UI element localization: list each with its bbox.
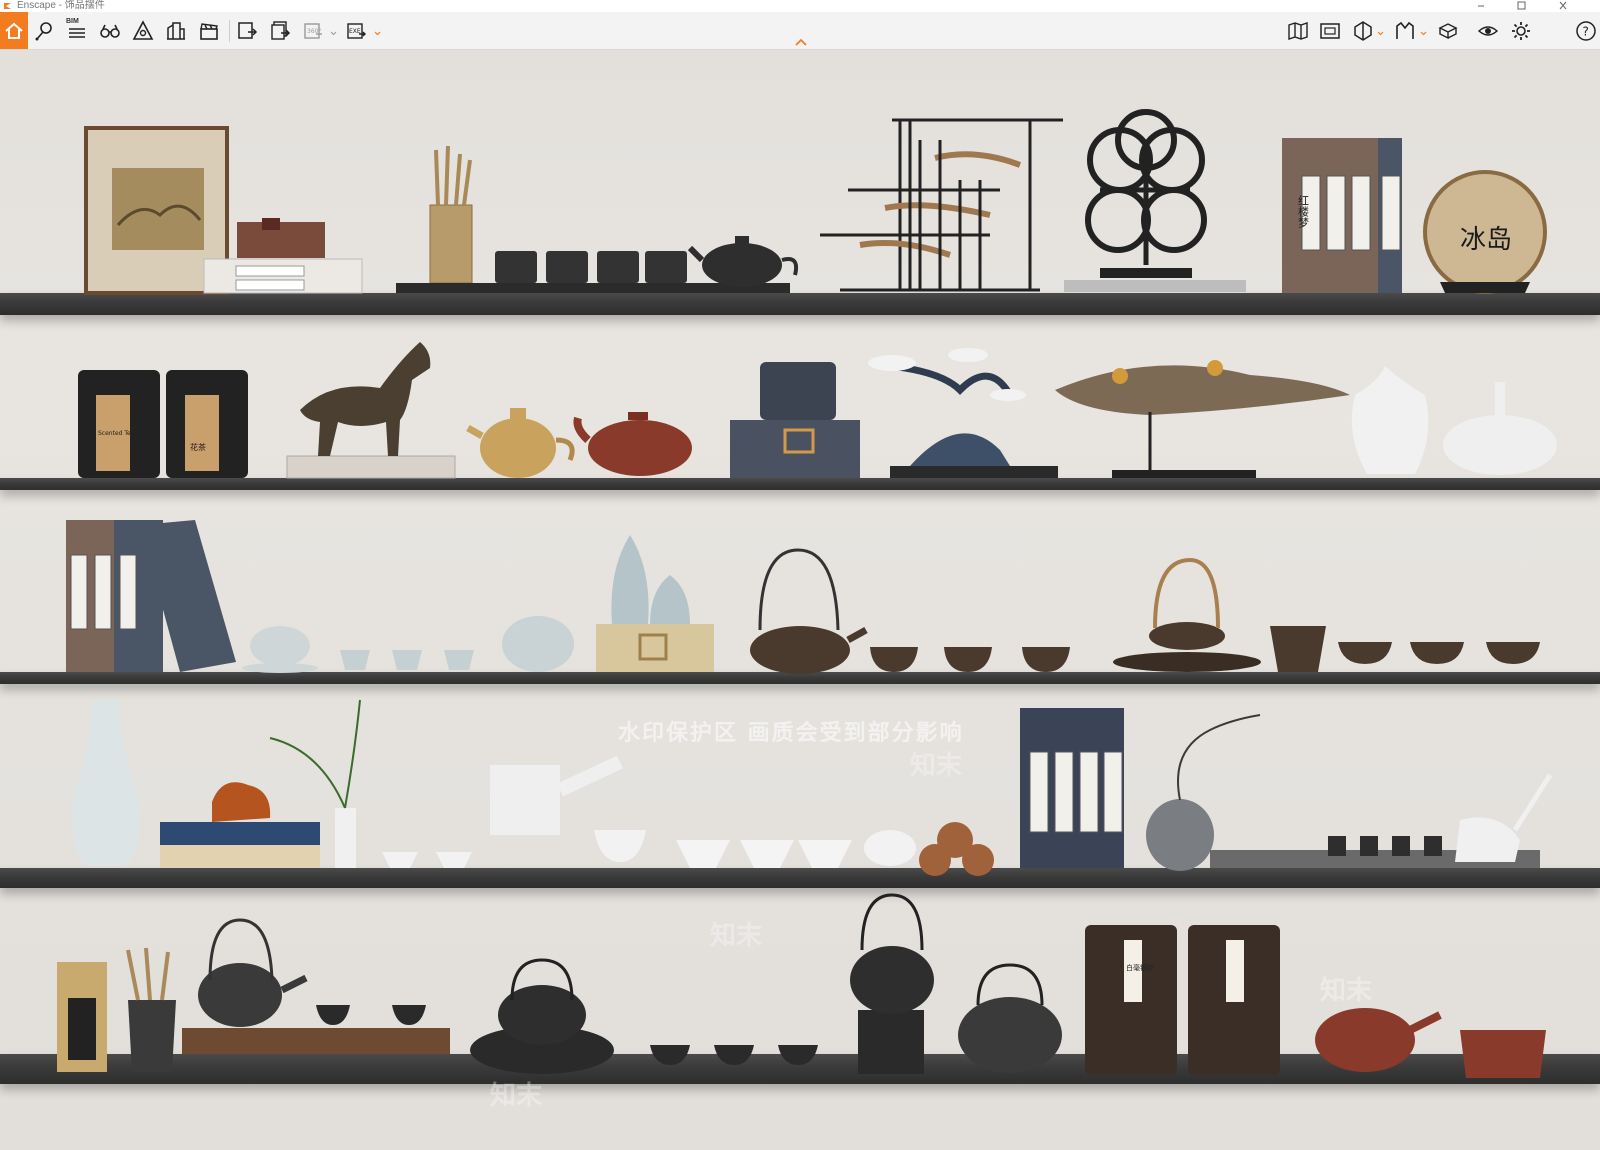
panorama-360-icon: 360° bbox=[304, 23, 322, 39]
handle-teapot-tray bbox=[1113, 557, 1261, 672]
plum-blossom-shelf bbox=[1064, 109, 1246, 292]
red-clay-teapot bbox=[573, 412, 692, 476]
fairness-cup-and-cups bbox=[1270, 626, 1540, 672]
driftwood-sculpture bbox=[1055, 360, 1350, 478]
bim-label: BIM bbox=[66, 18, 79, 25]
tea-jar-label: 白毫银针 bbox=[1126, 963, 1154, 972]
close-icon[interactable] bbox=[1556, 0, 1570, 12]
asset-library-button[interactable] bbox=[1392, 19, 1418, 43]
watermark-brand: 知末 bbox=[910, 751, 963, 781]
perspective-button[interactable] bbox=[130, 19, 156, 43]
screenshot-icon bbox=[1320, 23, 1340, 39]
export-dropdown-chevron-icon[interactable] bbox=[374, 30, 381, 36]
watermark-brand-3: 知末 bbox=[490, 1081, 543, 1111]
window-titlebar: Enscape - 饰品摆件 bbox=[0, 0, 1600, 12]
bonsai-sculpture bbox=[868, 348, 1058, 478]
home-button[interactable] bbox=[0, 12, 28, 49]
video-editor-button[interactable] bbox=[196, 19, 222, 43]
tea-tin-pair: Scented Tea 花茶 bbox=[78, 370, 248, 478]
help-button[interactable]: ? bbox=[1574, 19, 1598, 43]
iron-kettle-shelf3 bbox=[750, 548, 868, 674]
screenshot-button[interactable] bbox=[1317, 19, 1343, 43]
map-button[interactable] bbox=[1285, 19, 1311, 43]
white-vases bbox=[1351, 366, 1557, 475]
yellow-teapot bbox=[466, 408, 575, 478]
perspective-icon bbox=[132, 20, 154, 40]
batch-export-icon bbox=[271, 21, 291, 40]
puer-tea-cake: 冰岛 bbox=[1423, 170, 1547, 294]
watermark-brand-4: 知末 bbox=[1320, 976, 1373, 1006]
enscape-logo-icon bbox=[4, 3, 11, 9]
help-label: ? bbox=[1583, 25, 1589, 39]
assets-icon bbox=[1396, 21, 1414, 39]
brown-cups-row bbox=[870, 647, 1070, 672]
black-teapot bbox=[687, 236, 799, 287]
building-button[interactable] bbox=[163, 19, 189, 43]
tea-utensil-holder bbox=[429, 145, 473, 284]
watermark-brand-2: 知末 bbox=[710, 921, 763, 951]
section-button[interactable] bbox=[1350, 19, 1376, 43]
settings-button[interactable] bbox=[1508, 19, 1534, 43]
watermark-notice: 水印保护区 画质会受到部分影响 bbox=[618, 721, 964, 746]
export-exe-icon: EXE bbox=[347, 23, 366, 39]
material-editor-button[interactable] bbox=[1435, 19, 1461, 43]
tea-cake-label: 冰岛 bbox=[1460, 225, 1512, 255]
visual-settings-icon bbox=[1477, 26, 1499, 36]
gift-box-blue bbox=[730, 362, 860, 478]
binoculars-icon bbox=[100, 24, 120, 38]
cup-row bbox=[495, 251, 687, 283]
binoculars-button[interactable] bbox=[97, 19, 123, 43]
export-image-icon bbox=[238, 22, 258, 39]
celadon-teaset bbox=[242, 616, 574, 673]
section-dropdown-chevron-icon[interactable] bbox=[1377, 30, 1384, 36]
toolbar-separator bbox=[229, 20, 230, 42]
visual-settings-button[interactable] bbox=[1475, 19, 1501, 43]
settings-gear-icon bbox=[1512, 22, 1530, 40]
tin-label-a: Scented Tea bbox=[98, 430, 135, 437]
building-icon bbox=[167, 22, 185, 40]
help-icon: ? bbox=[1576, 21, 1596, 41]
celadon-vase-box bbox=[596, 535, 714, 672]
render-viewport[interactable]: 红楼梦 冰岛 Scented Tea 花茶 白毫银针 水印保护区 画质会受到部分… bbox=[0, 50, 1600, 1150]
export-exe-button[interactable]: EXE bbox=[343, 19, 369, 43]
map-icon bbox=[1288, 22, 1308, 40]
book-set-1: 红楼梦 bbox=[1282, 138, 1402, 293]
tiered-display-stand bbox=[820, 118, 1063, 292]
home-icon bbox=[5, 22, 23, 39]
assets-dropdown-chevron-icon[interactable] bbox=[1420, 30, 1427, 36]
bronze-horse-statue bbox=[286, 342, 456, 479]
tin-label-b: 花茶 bbox=[190, 442, 206, 452]
collapse-toolbar-chevron-icon[interactable] bbox=[794, 38, 808, 46]
bim-info-button[interactable]: BIM bbox=[64, 18, 90, 43]
window-title: Enscape - 饰品摆件 bbox=[17, 0, 105, 11]
view-pin-button[interactable] bbox=[31, 19, 57, 43]
materials-icon bbox=[1438, 23, 1458, 40]
minimize-icon[interactable] bbox=[1474, 0, 1488, 12]
batch-export-button[interactable] bbox=[267, 19, 293, 43]
maximize-icon[interactable] bbox=[1514, 0, 1528, 12]
view-pin-icon bbox=[35, 22, 52, 41]
export-image-button[interactable] bbox=[234, 19, 260, 43]
panorama-button[interactable]: 360° bbox=[300, 19, 326, 43]
section-icon bbox=[1354, 21, 1372, 41]
book-set-2 bbox=[66, 520, 236, 672]
clapper-icon bbox=[200, 23, 218, 40]
book-title-text: 红楼梦 bbox=[1297, 195, 1310, 229]
panorama-dropdown-chevron-icon[interactable] bbox=[330, 30, 337, 36]
